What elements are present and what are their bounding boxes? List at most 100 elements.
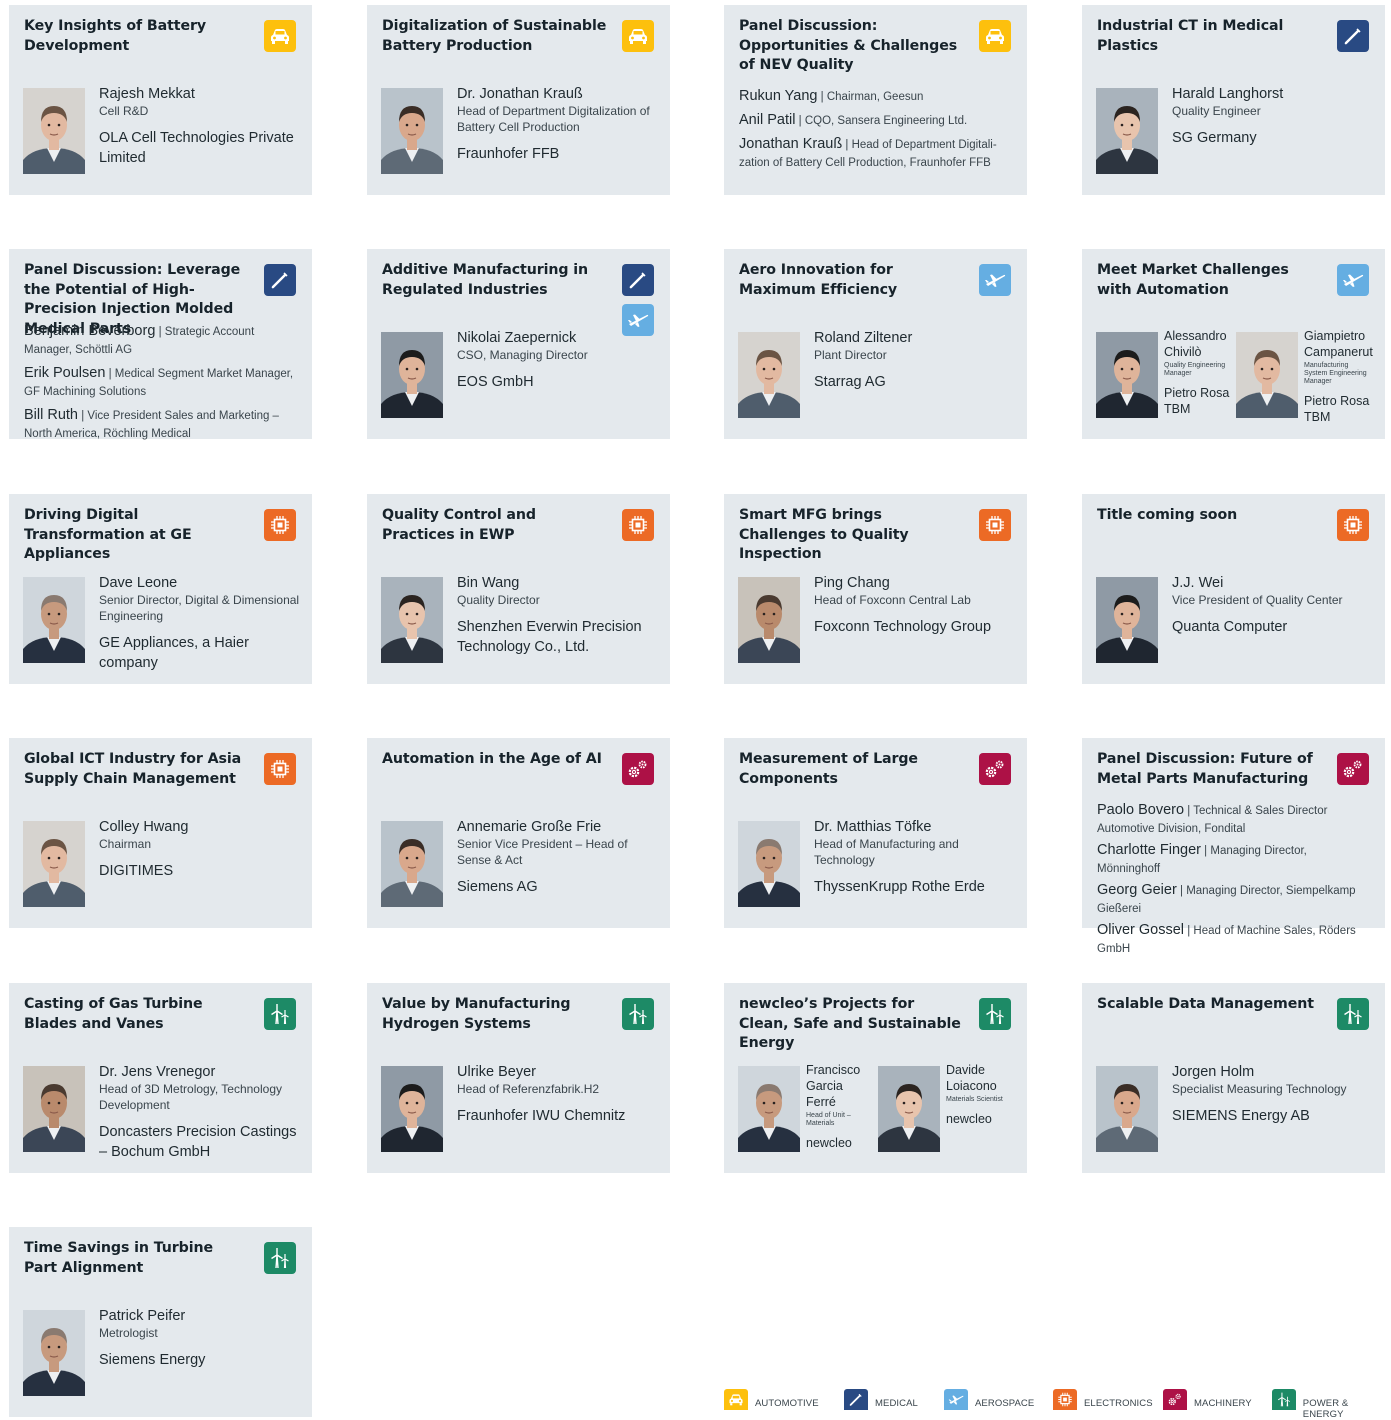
session-title: Aero Innovation for Maximum Efficiency xyxy=(739,262,898,298)
legend-label: MACHINERY xyxy=(1194,1398,1252,1409)
speaker-info: Dr. Jens Vrenegor Head of 3D Metrology, T… xyxy=(99,1063,306,1162)
speaker-photo xyxy=(381,88,443,174)
session-card: Meet Market Challenges with Automation Al… xyxy=(1082,249,1385,439)
speaker-photo xyxy=(738,1066,800,1152)
speaker-info: Roland Ziltener Plant Director Starrag AG xyxy=(814,329,1021,393)
speaker-organization: Siemens Energy xyxy=(99,1352,206,1368)
legend-item-medical: MEDICAL xyxy=(844,1389,918,1410)
speaker-organization: DIGITIMES xyxy=(99,863,174,879)
panel-speaker-name: Rukun Yang xyxy=(739,88,818,104)
session-card: Global ICT Industry for Asia Supply Chai… xyxy=(9,738,312,928)
legend-label: POWER & ENERGY xyxy=(1302,1398,1349,1420)
electronics-icon xyxy=(264,753,296,785)
medical-icon xyxy=(844,1389,868,1410)
panel-speaker-name: Oliver Gossel xyxy=(1097,922,1185,938)
panel-speaker-name: Charlotte Finger xyxy=(1097,842,1201,858)
speaker-organization: EOS GmbH xyxy=(457,374,534,390)
speaker-name: Annemarie Große Frie xyxy=(457,819,602,835)
panel-speaker-name: Benjamin Beverborg xyxy=(24,323,156,339)
speaker-name: Patrick Peifer xyxy=(99,1308,186,1324)
panel-speaker: Georg Geier | Managing Director, Siempel… xyxy=(1097,881,1373,917)
machinery-icon xyxy=(1163,1389,1187,1410)
speaker-info: Dr. Jonathan Krauß Head of Department Dig… xyxy=(457,85,664,165)
session-title: Casting of Gas Turbine Blades and Vanes xyxy=(24,996,203,1032)
panel-speaker: Oliver Gossel | Head of Machine Sales, R… xyxy=(1097,921,1373,957)
speaker-organization: ThyssenKrupp Rothe Erde xyxy=(814,879,985,895)
speaker-role: Head of Manufacturing and Technology xyxy=(814,837,959,867)
session-card: Panel Discussion: Leverage the Potential… xyxy=(9,249,312,442)
energy-icon xyxy=(1337,998,1369,1030)
speaker-role: Quality Director xyxy=(457,593,540,607)
speaker-name: Rajesh Mekkat xyxy=(99,86,195,102)
speaker-info: Giampietro Campanerut Manufacturing Syste… xyxy=(1304,328,1373,425)
automotive-icon xyxy=(264,20,296,52)
medical-icon xyxy=(264,264,296,296)
panel-speaker-name: Jonathan Krauß xyxy=(739,136,843,152)
speaker-role: Head of Foxconn Central Lab xyxy=(814,593,971,607)
electronics-icon xyxy=(1053,1389,1077,1410)
speaker-photo xyxy=(1236,332,1298,418)
session-title: Quality Control and Practices in EWP xyxy=(382,507,536,543)
session-title: Digitalization of Sustainable Battery Pr… xyxy=(382,18,607,54)
speaker-organization: Starrag AG xyxy=(814,374,886,390)
panel-speaker: Jonathan Krauß | Head of Department Digi… xyxy=(739,135,1015,171)
speaker-role: Head of Referenzfabrik.H2 xyxy=(457,1082,600,1096)
speaker-name: Harald Langhorst xyxy=(1172,86,1284,102)
panel-speaker-name: Paolo Bovero xyxy=(1097,802,1185,818)
speaker-info: Nikolai Zaepernick CSO, Managing Director… xyxy=(457,329,664,393)
speaker-photo xyxy=(381,821,443,907)
separator: | xyxy=(1176,885,1187,897)
separator: | xyxy=(155,326,165,338)
speaker-role: CSO, Managing Director xyxy=(457,348,588,362)
panel-speaker-list: Rukun Yang | Chairman, Geesun Anil Patil … xyxy=(739,87,1015,177)
speaker-photo xyxy=(878,1066,940,1152)
speaker-photo xyxy=(381,577,443,663)
speaker-role: Head of 3D Metrology, Technology Develop… xyxy=(99,1082,282,1112)
speaker-info: Dave Leone Senior Director, Digital & Dim… xyxy=(99,574,306,673)
session-card: Industrial CT in Medical Plastics Harald … xyxy=(1082,5,1385,195)
speaker-photo xyxy=(738,577,800,663)
legend-item-machinery: MACHINERY xyxy=(1163,1389,1252,1410)
speaker-role: Specialist Measuring Technology xyxy=(1172,1082,1347,1096)
speaker-photo xyxy=(23,577,85,663)
legend-item-aerospace: AEROSPACE xyxy=(944,1389,1034,1410)
speaker-role: Plant Director xyxy=(814,348,887,362)
legend-label: AUTOMOTIVE xyxy=(755,1398,819,1409)
speaker-photo xyxy=(381,1066,443,1152)
energy-icon xyxy=(622,998,654,1030)
speaker-photo xyxy=(23,1310,85,1396)
speaker-organization: OLA Cell Technologies Private Limited xyxy=(99,130,294,166)
separator: | xyxy=(1184,805,1194,817)
legend-label: MEDICAL xyxy=(875,1398,918,1409)
panel-speaker-list: Paolo Bovero | Technical & Sales Directo… xyxy=(1097,801,1373,961)
speaker-organization: newcleo xyxy=(806,1136,852,1150)
speaker-photo xyxy=(1096,332,1158,418)
speaker-organization: SG Germany xyxy=(1172,130,1257,146)
panel-speaker: Bill Ruth | Vice President Sales and Mar… xyxy=(24,406,300,442)
session-card: Scalable Data Management Jorgen Holm Speci… xyxy=(1082,983,1385,1173)
electronics-icon xyxy=(264,509,296,541)
panel-speaker-name: Erik Poulsen xyxy=(24,365,106,381)
session-title: Title coming soon xyxy=(1097,507,1238,523)
panel-speaker: Charlotte Finger | Managing Director, Mö… xyxy=(1097,841,1373,877)
speaker-photo xyxy=(1096,1066,1158,1152)
session-card: Casting of Gas Turbine Blades and Vanes D… xyxy=(9,983,312,1173)
speaker-photo xyxy=(1096,88,1158,174)
speaker-photo xyxy=(1096,577,1158,663)
session-card: Aero Innovation for Maximum Efficiency Ro… xyxy=(724,249,1027,439)
speaker-organization: Shenzhen Everwin Precision Technology Co… xyxy=(457,619,642,655)
energy-icon xyxy=(1272,1389,1296,1410)
session-title: newcleo’s Projects for Clean, Safe and S… xyxy=(739,996,961,1051)
speaker-info: Ulrike Beyer Head of Referenzfabrik.H2 Fra… xyxy=(457,1063,664,1127)
speaker-name: Dr. Jens Vrenegor xyxy=(99,1064,216,1080)
machinery-icon xyxy=(622,753,654,785)
speaker-role: Metrologist xyxy=(99,1326,158,1340)
medical-icon xyxy=(622,264,654,296)
session-title: Panel Discussion: Opportunities & Challe… xyxy=(739,18,958,73)
session-title: Time Savings in Turbine Part Alignment xyxy=(24,1240,213,1276)
legend-item-automotive: AUTOMOTIVE xyxy=(724,1389,819,1410)
session-card: newcleo’s Projects for Clean, Safe and S… xyxy=(724,983,1027,1173)
automotive-icon xyxy=(979,20,1011,52)
electronics-icon xyxy=(979,509,1011,541)
session-title: Value by Manufacturing Hydrogen Systems xyxy=(382,996,571,1032)
